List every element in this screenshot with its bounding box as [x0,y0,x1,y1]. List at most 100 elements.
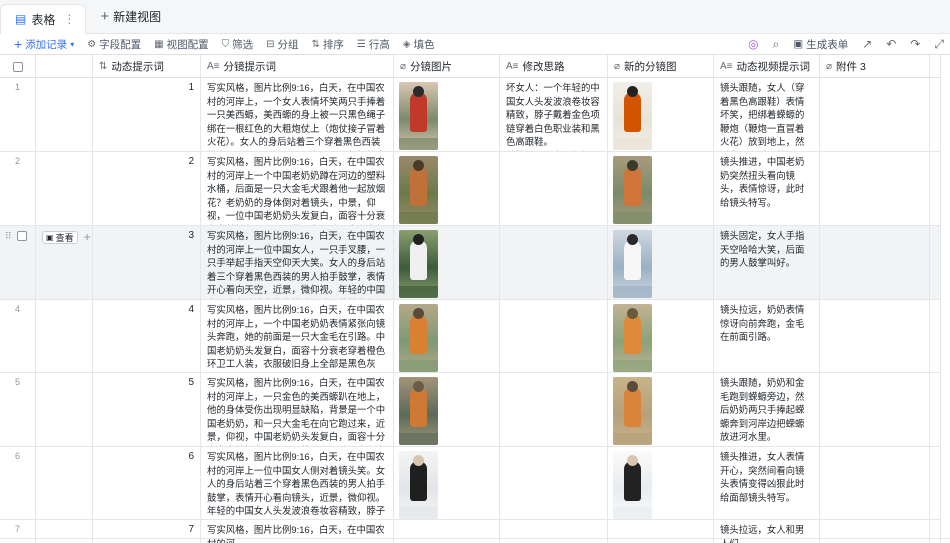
column-header-new-storyboard[interactable]: ⌀ 新的分镜图 [608,55,714,78]
table-row[interactable]: 1 1 写实风格，图片比例9:16，白天，在中国农村的河岸上，一个女人表情坏笑两只手… [0,78,950,152]
cell-video-prompt[interactable]: 镜头拉远，奶奶表情惊讶向前奔跑，金毛在前面引路。 [714,300,820,372]
table-row[interactable]: 2 2 写实风格，图片比例9:16，白天，在中国农村的河岸上一个中国老奶奶蹲在河边的… [0,152,950,226]
drag-handle-icon[interactable]: ⠿ [5,231,12,242]
cell-prompt[interactable]: 5 [93,373,201,446]
generate-form-button[interactable]: ▣ 生成表单 [793,37,848,52]
row-index-cell[interactable]: 6 [0,447,36,519]
cell-prompt[interactable]: 6 [93,447,201,519]
more-icon[interactable]: ⋮ [63,12,75,26]
table-row[interactable]: 4 4 写实风格，图片比例9:16，白天，在中国农村的河岸上，一个中国老奶奶表情紧张… [0,300,950,373]
cell-revision[interactable] [500,300,608,372]
expand-record[interactable]: ▣ 查看 + [42,230,91,244]
cell-revision[interactable]: 坏女人：一个年轻的中国女人头发波浪卷妆容精致，脖子戴着金色项链穿着白色职业装和黑… [500,78,608,151]
cell-storyboard-prompt[interactable]: 写实风格，图片比例9:16，白天，在中国农村的河岸上，一只金色的美西螈趴在地上，… [201,373,394,446]
column-title: 新的分镜图 [624,61,677,73]
cell-video-prompt[interactable]: 镜头跟随，奶奶和金毛跑到蝾螈旁边，然后奶奶两只手捧起蝾螈奔到河岸边把蝾螈放进河水… [714,373,820,446]
cell-attachment[interactable] [820,226,930,299]
table-row[interactable]: 5 5 写实风格，图片比例9:16，白天，在中国农村的河岸上，一只金色的美西螈趴在地… [0,373,950,447]
cell-storyboard-image[interactable] [394,447,500,519]
filter-button[interactable]: ⛉ 筛选 [222,37,254,52]
new-storyboard-thumb[interactable] [613,451,652,519]
cell-new-storyboard[interactable] [608,447,714,519]
sort-button[interactable]: ⇅ 排序 [312,37,344,52]
storyboard-image-thumb[interactable] [399,82,438,150]
scrollbar-track[interactable] [940,55,950,543]
cell-revision[interactable] [500,226,608,299]
row-index-cell[interactable]: ⠿ [0,226,36,299]
select-all-cell[interactable] [0,55,36,78]
cell-new-storyboard[interactable] [608,373,714,446]
cell-attachment[interactable] [820,152,930,225]
view-config-button[interactable]: ▦ 视图配置 [154,37,208,52]
cell-video-prompt[interactable]: 镜头推进，中国老奶奶突然扭头看向镜头，表情惊讶，此时给镜头特写。 [714,152,820,225]
cell-prompt[interactable]: 2 [93,152,201,225]
storyboard-image-thumb[interactable] [399,377,438,445]
row-index-cell[interactable]: 1 [0,78,36,151]
undo-icon[interactable]: ↶ [886,37,896,51]
new-storyboard-thumb[interactable] [613,230,652,298]
cell-new-storyboard[interactable] [608,226,714,299]
cell-attachment[interactable] [820,447,930,519]
tab-table[interactable]: ▤ 表格 ⋮ [0,3,87,34]
cell-storyboard-prompt[interactable]: 写实风格，图片比例9:16，白天，在中国农村的河岸上一位中国女人，一只手叉腰，一… [201,226,394,299]
share-icon[interactable]: ↗ [862,37,872,51]
cell-storyboard-prompt[interactable]: 写实风格，图片比例9:16，白天，在中国农村的河岸上一个中国老奶奶蹲在河边的塑料… [201,152,394,225]
cell-attachment[interactable] [820,373,930,446]
cell-new-storyboard[interactable] [608,300,714,372]
field-config-button[interactable]: ⚙ 字段配置 [87,37,141,52]
cell-prompt[interactable]: 3 [93,226,201,299]
cell-storyboard-image[interactable] [394,226,500,299]
cell-attachment[interactable] [820,300,930,372]
cell-storyboard-image[interactable] [394,373,500,446]
fill-color-button[interactable]: ◈ 填色 [403,37,435,52]
storyboard-image-thumb[interactable] [399,230,438,298]
cell-new-storyboard[interactable] [608,152,714,225]
add-subrecord-icon[interactable]: + [84,230,91,244]
column-header-attachment[interactable]: ⌀ 附件 3 [820,55,930,78]
storyboard-image-thumb[interactable] [399,156,438,224]
cell-video-prompt[interactable]: 镜头固定，女人手指天空哈哈大笑，后面的男人鼓掌叫好。 [714,226,820,299]
row-index-cell[interactable]: 2 [0,152,36,225]
storyboard-image-thumb[interactable] [399,451,438,519]
select-all-checkbox[interactable] [12,61,23,72]
cell-video-prompt[interactable]: 镜头跟随，女人（穿着黑色高跟鞋）表情坏笑，把绑着蝾螈的鞭炮（鞭炮一直冒着火花）放… [714,78,820,151]
row-index-cell[interactable]: 5 [0,373,36,446]
table-row[interactable]: ⠿ ▣ 查看 + 3 写实风格，图片比例9:16，白天，在中国农村的河岸上一位中国女… [0,226,950,300]
expand-view-icon[interactable]: ⤢ [934,37,944,52]
cell-revision[interactable] [500,152,608,225]
column-header-prompt[interactable]: ⇅ 动态提示词 [93,55,201,78]
add-record-button[interactable]: + 添加记录 ▾ [14,36,74,52]
cell-storyboard-image[interactable] [394,300,500,372]
new-storyboard-thumb[interactable] [613,304,652,372]
row-checkbox[interactable] [17,231,27,241]
column-header-video-prompt[interactable]: A≡ 动态视频提示词 [714,55,820,78]
cell-attachment[interactable] [820,78,930,151]
expand-record-button[interactable]: ▣ 查看 [42,230,78,244]
search-icon[interactable]: ⌕ [773,37,780,52]
new-view-button[interactable]: + 新建视图 [88,0,173,34]
new-storyboard-thumb[interactable] [613,377,652,445]
column-header-storyboard-prompt[interactable]: A≡ 分镜提示词 [201,55,394,78]
cell-new-storyboard[interactable] [608,78,714,151]
storyboard-image-thumb[interactable] [399,304,438,372]
new-storyboard-thumb[interactable] [613,156,652,224]
row-height-button[interactable]: ☰ 行高 [357,37,390,52]
cell-revision[interactable] [500,373,608,446]
column-header-storyboard-image[interactable]: ⌀ 分镜图片 [394,55,500,78]
row-index-cell[interactable]: 4 [0,300,36,372]
column-header-revision[interactable]: A≡ 修改思路 [500,55,608,78]
cell-storyboard-prompt[interactable]: 写实风格，图片比例9:16，白天，在中国农村的河岸上，一个中国老奶奶表情紧张向镜… [201,300,394,372]
cell-revision[interactable] [500,447,608,519]
group-button[interactable]: ⊟ 分组 [266,37,298,52]
ai-assistant-icon[interactable]: ◎ [748,37,758,51]
cell-prompt[interactable]: 4 [93,300,201,372]
table-row[interactable]: 6 6 写实风格，图片比例9:16，白天，在中国农村的河岸上一位中国女人侧对着镜头笑… [0,447,950,520]
cell-storyboard-image[interactable] [394,78,500,151]
cell-prompt[interactable]: 1 [93,78,201,151]
cell-storyboard-prompt[interactable]: 写实风格，图片比例9:16，白天，在中国农村的河岸上一位中国女人侧对着镜头笑。女… [201,447,394,519]
redo-icon[interactable]: ↷ [910,37,920,51]
new-storyboard-thumb[interactable] [613,82,652,150]
cell-video-prompt[interactable]: 镜头推进，女人表情开心，突然间看向镜头表情变得凶狠此时给面部镜头特写。 [714,447,820,519]
cell-storyboard-image[interactable] [394,152,500,225]
cell-storyboard-prompt[interactable]: 写实风格，图片比例9:16，白天，在中国农村的河岸上，一个女人表情坏笑两只手捧着… [201,78,394,151]
